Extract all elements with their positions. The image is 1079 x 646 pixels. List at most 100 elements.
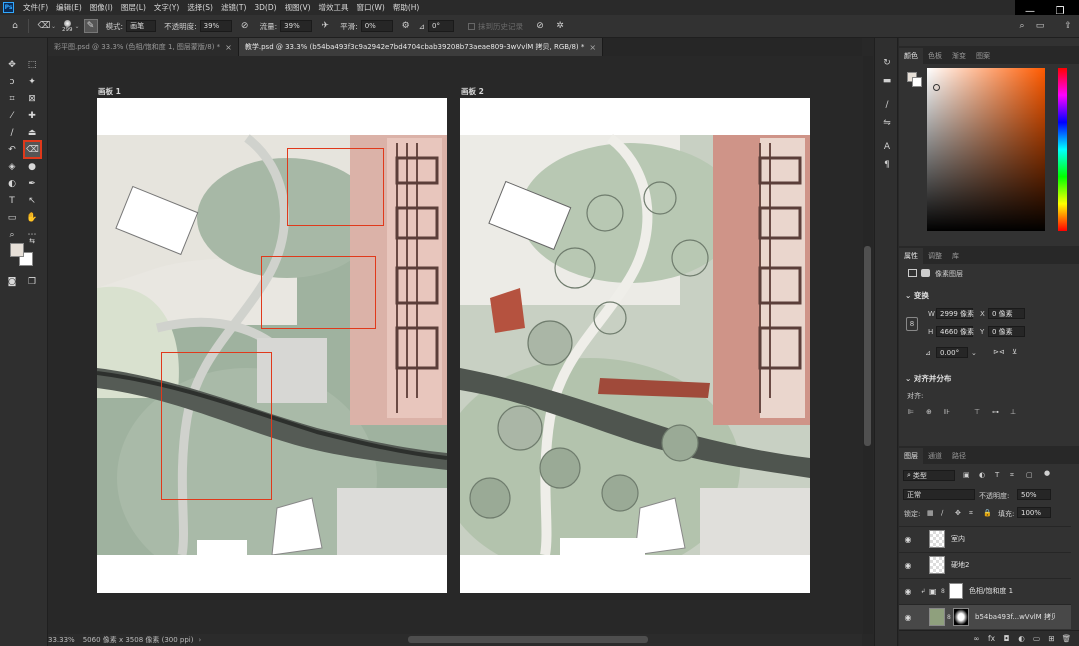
- eye-icon[interactable]: ◉: [899, 587, 917, 596]
- lock-pixels-icon[interactable]: ∕: [941, 509, 943, 517]
- x-input[interactable]: 0 像素: [988, 308, 1025, 319]
- pressure-opacity-icon[interactable]: ⊘: [238, 19, 252, 33]
- mask-icon[interactable]: [921, 269, 930, 277]
- vertical-scrollbar[interactable]: [863, 56, 873, 634]
- healing-brush-tool-icon[interactable]: ✚: [24, 108, 40, 124]
- menu-plugins[interactable]: 增效工具: [315, 2, 353, 13]
- chevron-right-icon[interactable]: ›: [198, 636, 201, 644]
- menu-filter[interactable]: 滤镜(T): [217, 2, 250, 13]
- brush-settings-icon[interactable]: ✎: [83, 19, 98, 33]
- filter-pixel-icon[interactable]: ▣: [963, 471, 970, 479]
- lock-all-icon[interactable]: 🔒: [983, 509, 992, 517]
- artboard-2[interactable]: [460, 98, 810, 593]
- tab-document-2[interactable]: 教学.psd @ 33.3% (b54ba493f3c9a2942e7bd470…: [238, 38, 604, 56]
- background-color-swatch[interactable]: [912, 77, 922, 87]
- adjustments-panel-icon[interactable]: ⇋: [880, 116, 894, 130]
- layer-name[interactable]: 色相/饱和度 1: [969, 586, 1013, 596]
- layer-mask-thumbnail[interactable]: [953, 608, 969, 626]
- menu-type[interactable]: 文字(Y): [150, 2, 183, 13]
- search-icon[interactable]: ⌕: [1015, 19, 1029, 33]
- rotation-input[interactable]: 0.00°: [936, 347, 968, 358]
- layer-mask-thumbnail[interactable]: [949, 583, 963, 599]
- tab-gradients[interactable]: 渐变: [947, 48, 971, 64]
- smoothing-input[interactable]: 0%: [360, 20, 393, 32]
- align-left-icon[interactable]: ⊫: [908, 408, 914, 416]
- chevron-down-icon[interactable]: ⌄: [971, 349, 977, 357]
- tab-libraries[interactable]: 库: [947, 248, 964, 264]
- eye-icon[interactable]: ◉: [899, 561, 917, 570]
- eraser-tool-icon[interactable]: ⌫: [23, 140, 42, 159]
- marquee-tool-icon[interactable]: ⬚: [24, 57, 40, 73]
- lock-artboard-icon[interactable]: ⌗: [969, 509, 973, 518]
- align-section-title[interactable]: ⌄ 对齐并分布: [905, 373, 951, 384]
- transform-section-title[interactable]: ⌄ 变换: [905, 290, 929, 301]
- zoom-tool-icon[interactable]: ⌕: [4, 227, 20, 243]
- workspace-icon[interactable]: ▭: [1033, 19, 1047, 33]
- new-group-icon[interactable]: ▭: [1030, 632, 1043, 645]
- frame-tool-icon[interactable]: ⊠: [24, 91, 40, 107]
- eyedropper-tool-icon[interactable]: ⁄: [4, 108, 20, 124]
- menu-view[interactable]: 视图(V): [281, 2, 315, 13]
- menu-edit[interactable]: 编辑(E): [52, 2, 86, 13]
- menu-select[interactable]: 选择(S): [183, 2, 217, 13]
- new-layer-icon[interactable]: ⊞: [1045, 632, 1058, 645]
- layer-row[interactable]: ◉ 硬地2: [899, 552, 1071, 577]
- tab-swatches[interactable]: 色板: [923, 48, 947, 64]
- tab-layers[interactable]: 图层: [899, 448, 923, 464]
- color-picker-cursor[interactable]: [933, 84, 940, 91]
- menu-layer[interactable]: 图层(L): [117, 2, 150, 13]
- flip-horizontal-icon[interactable]: ⊳⊲: [993, 348, 1005, 356]
- menu-help[interactable]: 帮助(H): [389, 2, 424, 13]
- layer-name[interactable]: 硬地2: [951, 560, 969, 570]
- filter-adjustment-icon[interactable]: ◐: [979, 471, 985, 479]
- tab-paths[interactable]: 路径: [947, 448, 971, 464]
- lasso-tool-icon[interactable]: ↄ: [4, 74, 20, 90]
- rectangle-tool-icon[interactable]: ▭: [4, 210, 20, 226]
- chevron-down-icon[interactable]: ⌄: [51, 23, 56, 30]
- angle-input[interactable]: 0°: [427, 20, 454, 32]
- pressure-size-icon[interactable]: ⊘: [533, 19, 547, 33]
- menu-window[interactable]: 窗口(W): [353, 2, 389, 13]
- fx-icon[interactable]: fx: [985, 632, 998, 645]
- brush-size-picker[interactable]: 299 ⌄: [62, 19, 80, 33]
- lock-transparency-icon[interactable]: ▦: [927, 509, 934, 517]
- move-tool-icon[interactable]: ✥: [4, 57, 20, 73]
- align-top-icon[interactable]: ⊤: [974, 408, 980, 416]
- layer-name[interactable]: b54ba493f...wVvlM 拷贝: [975, 612, 1055, 622]
- filter-type-icon[interactable]: T: [995, 471, 999, 479]
- canvas-area[interactable]: 画板 1 画板 2: [48, 56, 862, 634]
- brush-settings-panel-icon[interactable]: ∕: [880, 98, 894, 112]
- pen-tool-icon[interactable]: ✒: [24, 176, 40, 192]
- color-picker-field[interactable]: [927, 68, 1045, 231]
- layer-opacity-input[interactable]: 50%: [1017, 489, 1051, 500]
- filter-shape-icon[interactable]: ⌗: [1010, 471, 1014, 480]
- history-panel-icon[interactable]: ↻: [880, 56, 894, 70]
- close-icon[interactable]: ×: [225, 43, 232, 52]
- symmetry-icon[interactable]: ✲: [553, 19, 567, 33]
- link-icon[interactable]: 8: [906, 317, 918, 331]
- flow-input[interactable]: 39%: [280, 20, 313, 32]
- paragraph-panel-icon[interactable]: ¶: [880, 158, 894, 172]
- fill-input[interactable]: 100%: [1017, 507, 1051, 518]
- erase-history-checkbox[interactable]: [467, 22, 475, 30]
- path-selection-tool-icon[interactable]: ↖: [24, 193, 40, 209]
- align-middle-icon[interactable]: ⊶: [992, 408, 999, 416]
- home-icon[interactable]: ⌂: [8, 19, 22, 33]
- swap-colors-icon[interactable]: ⇆: [28, 237, 36, 245]
- horizontal-scrollbar[interactable]: [408, 636, 648, 643]
- flip-vertical-icon[interactable]: ⊻: [1012, 348, 1017, 356]
- comments-panel-icon[interactable]: ▬: [880, 74, 894, 88]
- tab-properties[interactable]: 属性: [899, 248, 923, 264]
- tab-adjustments[interactable]: 调整: [923, 248, 947, 264]
- eye-icon[interactable]: ◉: [899, 613, 917, 622]
- tab-color[interactable]: 颜色: [899, 48, 923, 64]
- width-input[interactable]: 2999 像素: [936, 308, 974, 319]
- menu-image[interactable]: 图像(I): [86, 2, 117, 13]
- paint-bucket-tool-icon[interactable]: ◈: [4, 159, 20, 175]
- brush-tool-icon[interactable]: ∕: [4, 125, 20, 141]
- tab-document-1[interactable]: 彩平图.psd @ 33.3% (色相/饱和度 1, 图层蒙版/8) * ×: [48, 38, 239, 56]
- filter-smart-object-icon[interactable]: ▢: [1026, 471, 1033, 479]
- clone-stamp-tool-icon[interactable]: ⏏: [24, 125, 40, 141]
- airbrush-icon[interactable]: ✈: [318, 19, 332, 33]
- dodge-tool-icon[interactable]: ◐: [4, 176, 20, 192]
